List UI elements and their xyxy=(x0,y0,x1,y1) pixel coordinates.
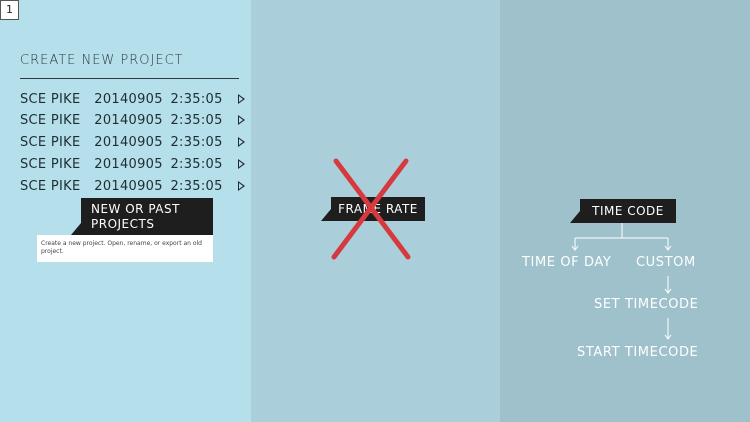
set-timecode[interactable]: SET TIMECODE xyxy=(594,297,698,312)
option-custom[interactable]: CUSTOM xyxy=(636,255,696,270)
start-timecode[interactable]: START TIMECODE xyxy=(577,345,698,360)
option-time-of-day[interactable]: TIME OF DAY xyxy=(522,255,611,270)
